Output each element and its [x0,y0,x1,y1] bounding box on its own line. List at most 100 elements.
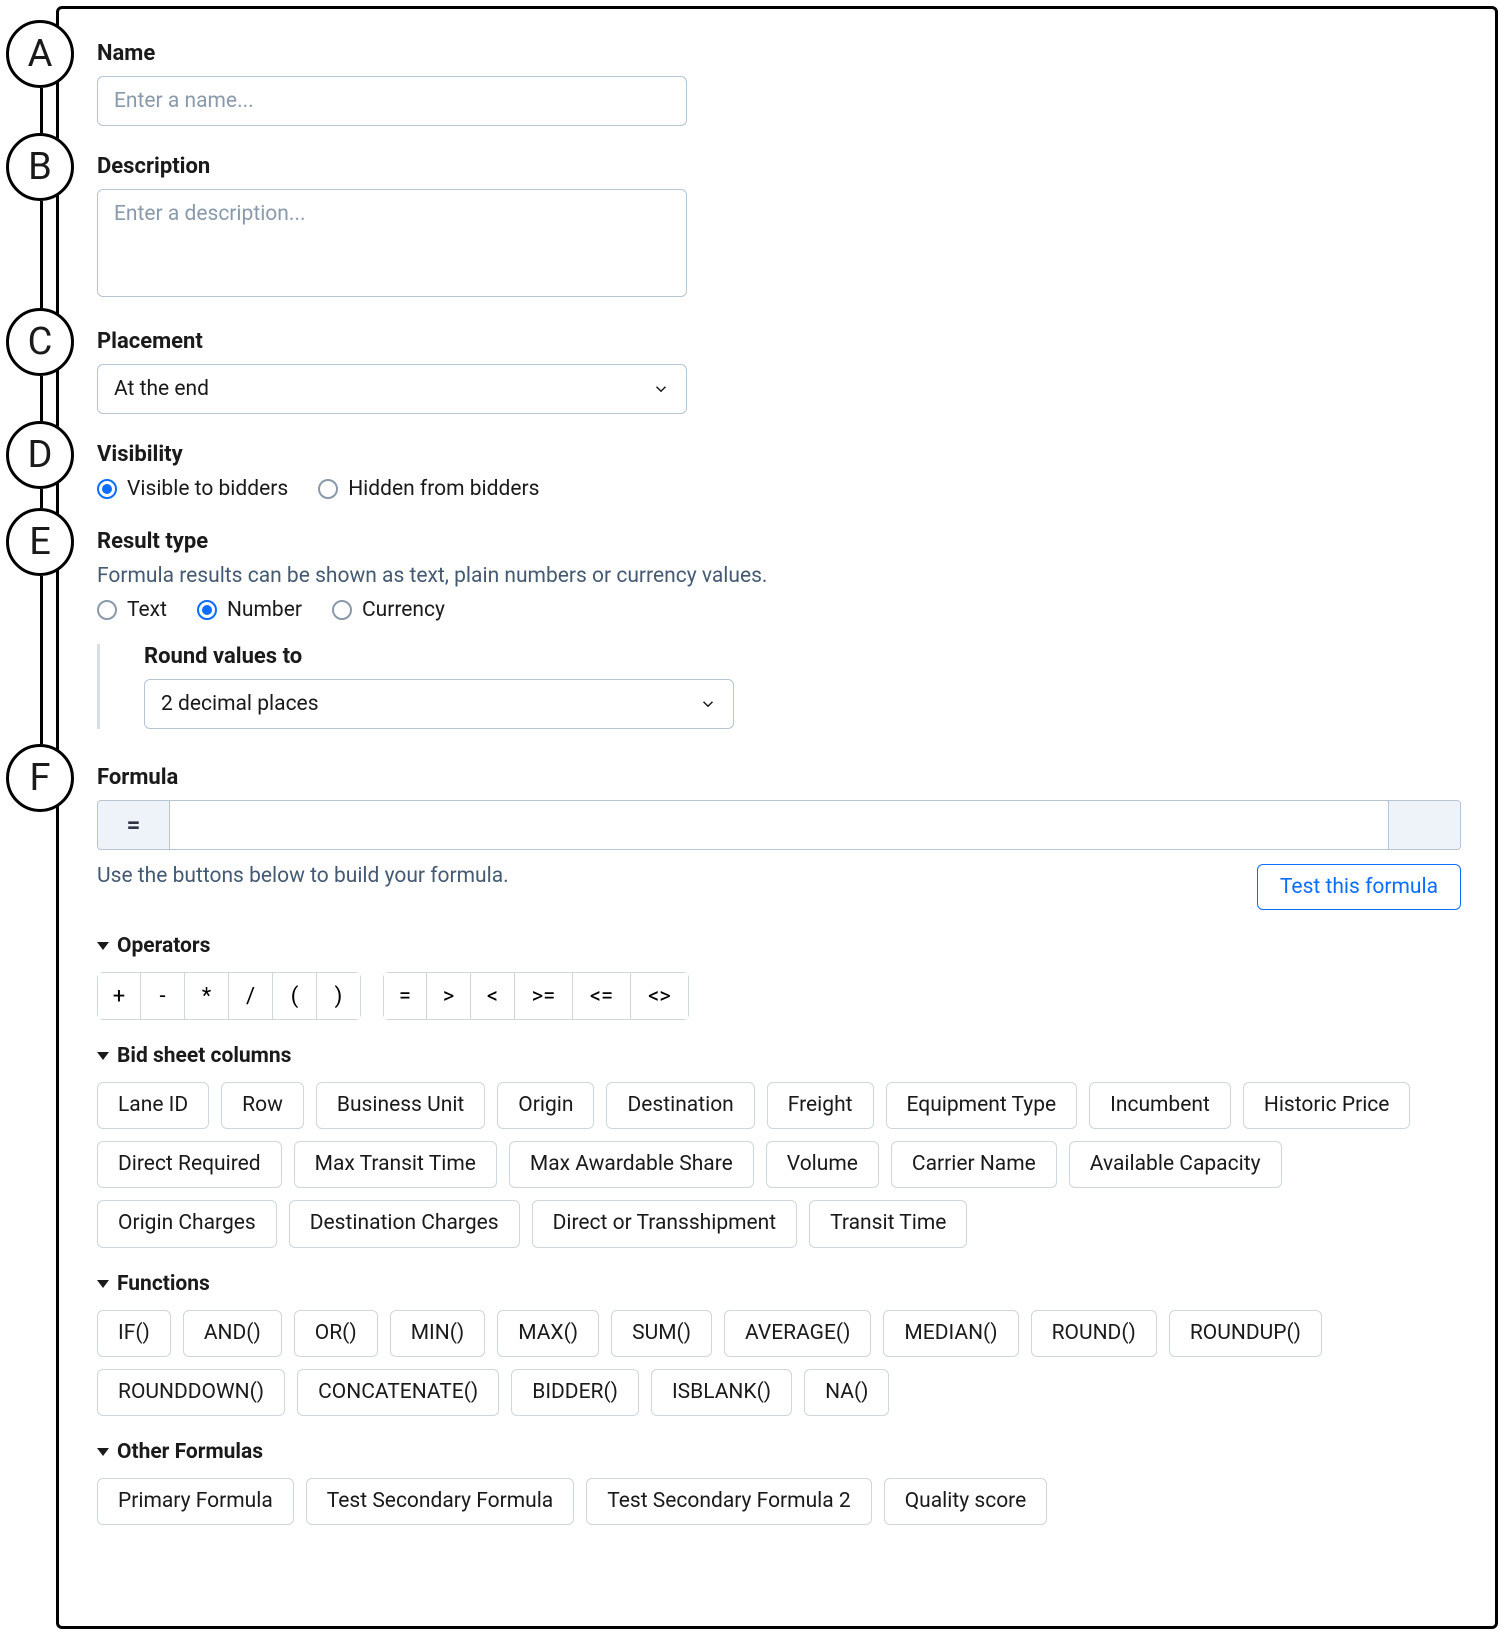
result-type-radio-label: Number [227,598,302,622]
operator-button[interactable]: >= [515,972,573,1020]
bid-column-button[interactable]: Equipment Type [886,1082,1078,1129]
result-type-label: Result type [97,529,1461,554]
function-button[interactable]: AND() [183,1310,282,1357]
radio-icon [332,600,352,620]
placement-selected-value: At the end [114,377,209,401]
function-button[interactable]: NA() [804,1369,889,1416]
functions-section-toggle[interactable]: Functions [97,1272,1461,1296]
annotation-badge: C [6,308,74,376]
operator-button[interactable]: > [427,972,471,1020]
bid-column-button[interactable]: Historic Price [1243,1082,1411,1129]
formula-hint: Use the buttons below to build your form… [97,864,509,888]
formula-input-row: = [97,800,1461,850]
result-type-radio[interactable]: Currency [332,598,445,622]
visibility-field-group: Visibility Visible to bidders Hidden from… [97,442,1461,501]
result-type-field-group: Result type Formula results can be shown… [97,529,1461,729]
visibility-radio-group: Visible to bidders Hidden from bidders [97,477,1461,501]
annotation-badge: F [6,744,74,812]
result-type-radio-group: Text Number Currency [97,598,1461,622]
bid-column-button[interactable]: Max Awardable Share [509,1141,754,1188]
operator-button[interactable]: ( [273,972,317,1020]
annotation-badges: ABCDEF [0,0,112,1635]
radio-icon [318,479,338,499]
bid-column-button[interactable]: Lane ID [97,1082,209,1129]
description-input[interactable] [97,189,687,297]
radio-icon [197,600,217,620]
function-button[interactable]: MIN() [390,1310,486,1357]
name-field-group: Name [97,41,1461,126]
other-formulas-group: Primary Formula Test Secondary Formula Tes… [97,1478,1461,1525]
function-button[interactable]: MAX() [497,1310,599,1357]
placement-select[interactable]: At the end [97,364,687,414]
visibility-label: Visibility [97,442,1461,467]
description-field-group: Description [97,154,1461,301]
result-type-radio-label: Currency [362,598,445,622]
other-formula-button[interactable]: Primary Formula [97,1478,294,1525]
result-type-help: Formula results can be shown as text, pl… [97,564,1461,588]
function-button[interactable]: SUM() [611,1310,712,1357]
bid-column-button[interactable]: Freight [767,1082,874,1129]
formula-input[interactable] [170,801,1388,849]
bid-column-button[interactable]: Origin Charges [97,1200,277,1247]
bid-column-button[interactable]: Transit Time [809,1200,967,1247]
other-formula-button[interactable]: Test Secondary Formula [306,1478,574,1525]
visibility-radio-label: Hidden from bidders [348,477,539,501]
placement-label: Placement [97,329,1461,354]
function-button[interactable]: AVERAGE() [724,1310,871,1357]
bid-column-button[interactable]: Available Capacity [1069,1141,1282,1188]
operator-button[interactable]: <= [573,972,631,1020]
operators-heading: Operators [117,934,210,958]
bid-column-button[interactable]: Max Transit Time [294,1141,497,1188]
bid-column-button[interactable]: Direct Required [97,1141,282,1188]
test-formula-button[interactable]: Test this formula [1257,864,1461,910]
operator-button[interactable]: / [229,972,273,1020]
function-button[interactable]: ROUNDDOWN() [97,1369,285,1416]
function-button[interactable]: BIDDER() [511,1369,639,1416]
bid-columns-heading: Bid sheet columns [117,1044,291,1068]
chevron-down-icon [699,695,717,713]
annotation-badge: D [6,421,74,489]
other-formula-button[interactable]: Test Secondary Formula 2 [586,1478,871,1525]
function-button[interactable]: ISBLANK() [651,1369,792,1416]
bid-columns-group: Lane ID Row Business Unit Origin Destination… [97,1082,1461,1248]
operators-section-toggle[interactable]: Operators [97,934,1461,958]
visibility-radio-label: Visible to bidders [127,477,288,501]
function-button[interactable]: ROUNDUP() [1169,1310,1322,1357]
bid-column-button[interactable]: Carrier Name [891,1141,1057,1188]
other-formulas-heading: Other Formulas [117,1440,263,1464]
other-formula-button[interactable]: Quality score [884,1478,1048,1525]
functions-heading: Functions [117,1272,210,1296]
function-button[interactable]: MEDIAN() [883,1310,1018,1357]
operators-row: +-*/() =><>=<=<> [97,972,1461,1020]
other-formulas-section-toggle[interactable]: Other Formulas [97,1440,1461,1464]
function-button[interactable]: ROUND() [1031,1310,1157,1357]
bid-column-button[interactable]: Row [221,1082,304,1129]
round-values-block: Round values to 2 decimal places [97,644,1461,729]
round-values-label: Round values to [144,644,1461,669]
function-button[interactable]: CONCATENATE() [297,1369,499,1416]
bid-column-button[interactable]: Destination Charges [289,1200,520,1247]
placement-field-group: Placement At the end [97,329,1461,414]
bid-columns-section-toggle[interactable]: Bid sheet columns [97,1044,1461,1068]
bid-column-button[interactable]: Volume [766,1141,879,1188]
visibility-radio[interactable]: Visible to bidders [97,477,288,501]
formula-trailing-slot [1388,801,1460,849]
round-values-select[interactable]: 2 decimal places [144,679,734,729]
visibility-radio[interactable]: Hidden from bidders [318,477,539,501]
bid-column-button[interactable]: Business Unit [316,1082,485,1129]
bid-column-button[interactable]: Origin [497,1082,594,1129]
bid-column-button[interactable]: Destination [606,1082,754,1129]
operator-button[interactable]: < [471,972,515,1020]
bid-column-button[interactable]: Incumbent [1089,1082,1231,1129]
operator-button[interactable]: ) [317,972,361,1020]
name-input[interactable] [97,76,687,126]
function-button[interactable]: OR() [294,1310,378,1357]
operator-button[interactable]: - [141,972,185,1020]
operator-button[interactable]: * [185,972,229,1020]
operator-button[interactable]: = [383,972,427,1020]
bid-column-button[interactable]: Direct or Transshipment [532,1200,798,1247]
result-type-radio-label: Text [127,598,167,622]
annotation-badge: E [6,508,74,576]
result-type-radio[interactable]: Number [197,598,302,622]
operator-button[interactable]: <> [631,972,689,1020]
